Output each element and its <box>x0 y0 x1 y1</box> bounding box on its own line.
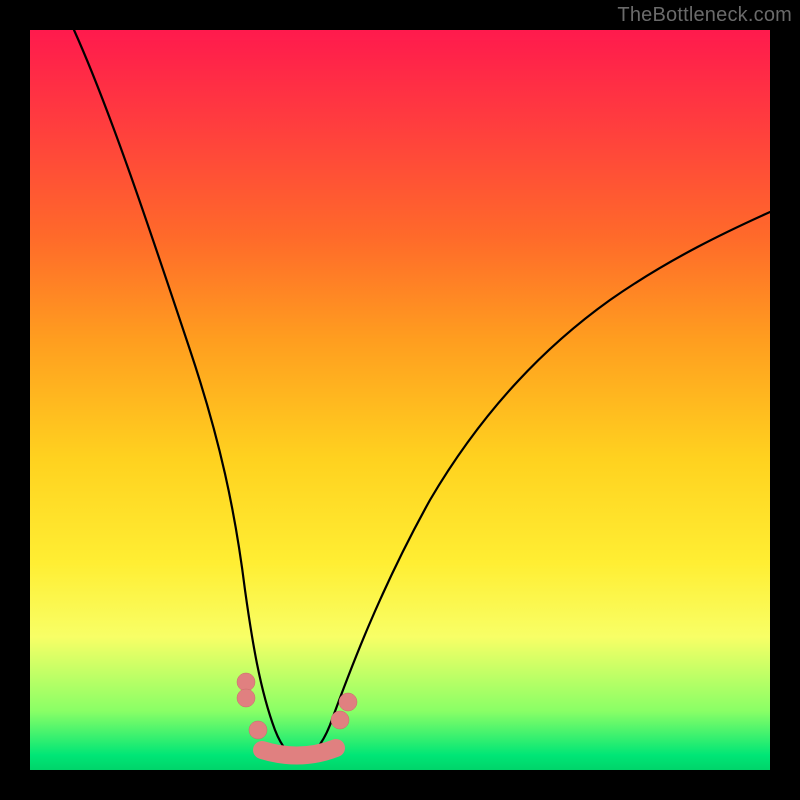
curve-layer <box>30 30 770 770</box>
watermark-text: TheBottleneck.com <box>617 4 792 27</box>
right-curve <box>300 212 770 758</box>
chart-frame: TheBottleneck.com <box>0 0 800 800</box>
left-curve <box>74 30 300 758</box>
plot-area <box>30 30 770 770</box>
left-dot-cluster <box>237 673 267 739</box>
minimum-band <box>262 748 336 756</box>
